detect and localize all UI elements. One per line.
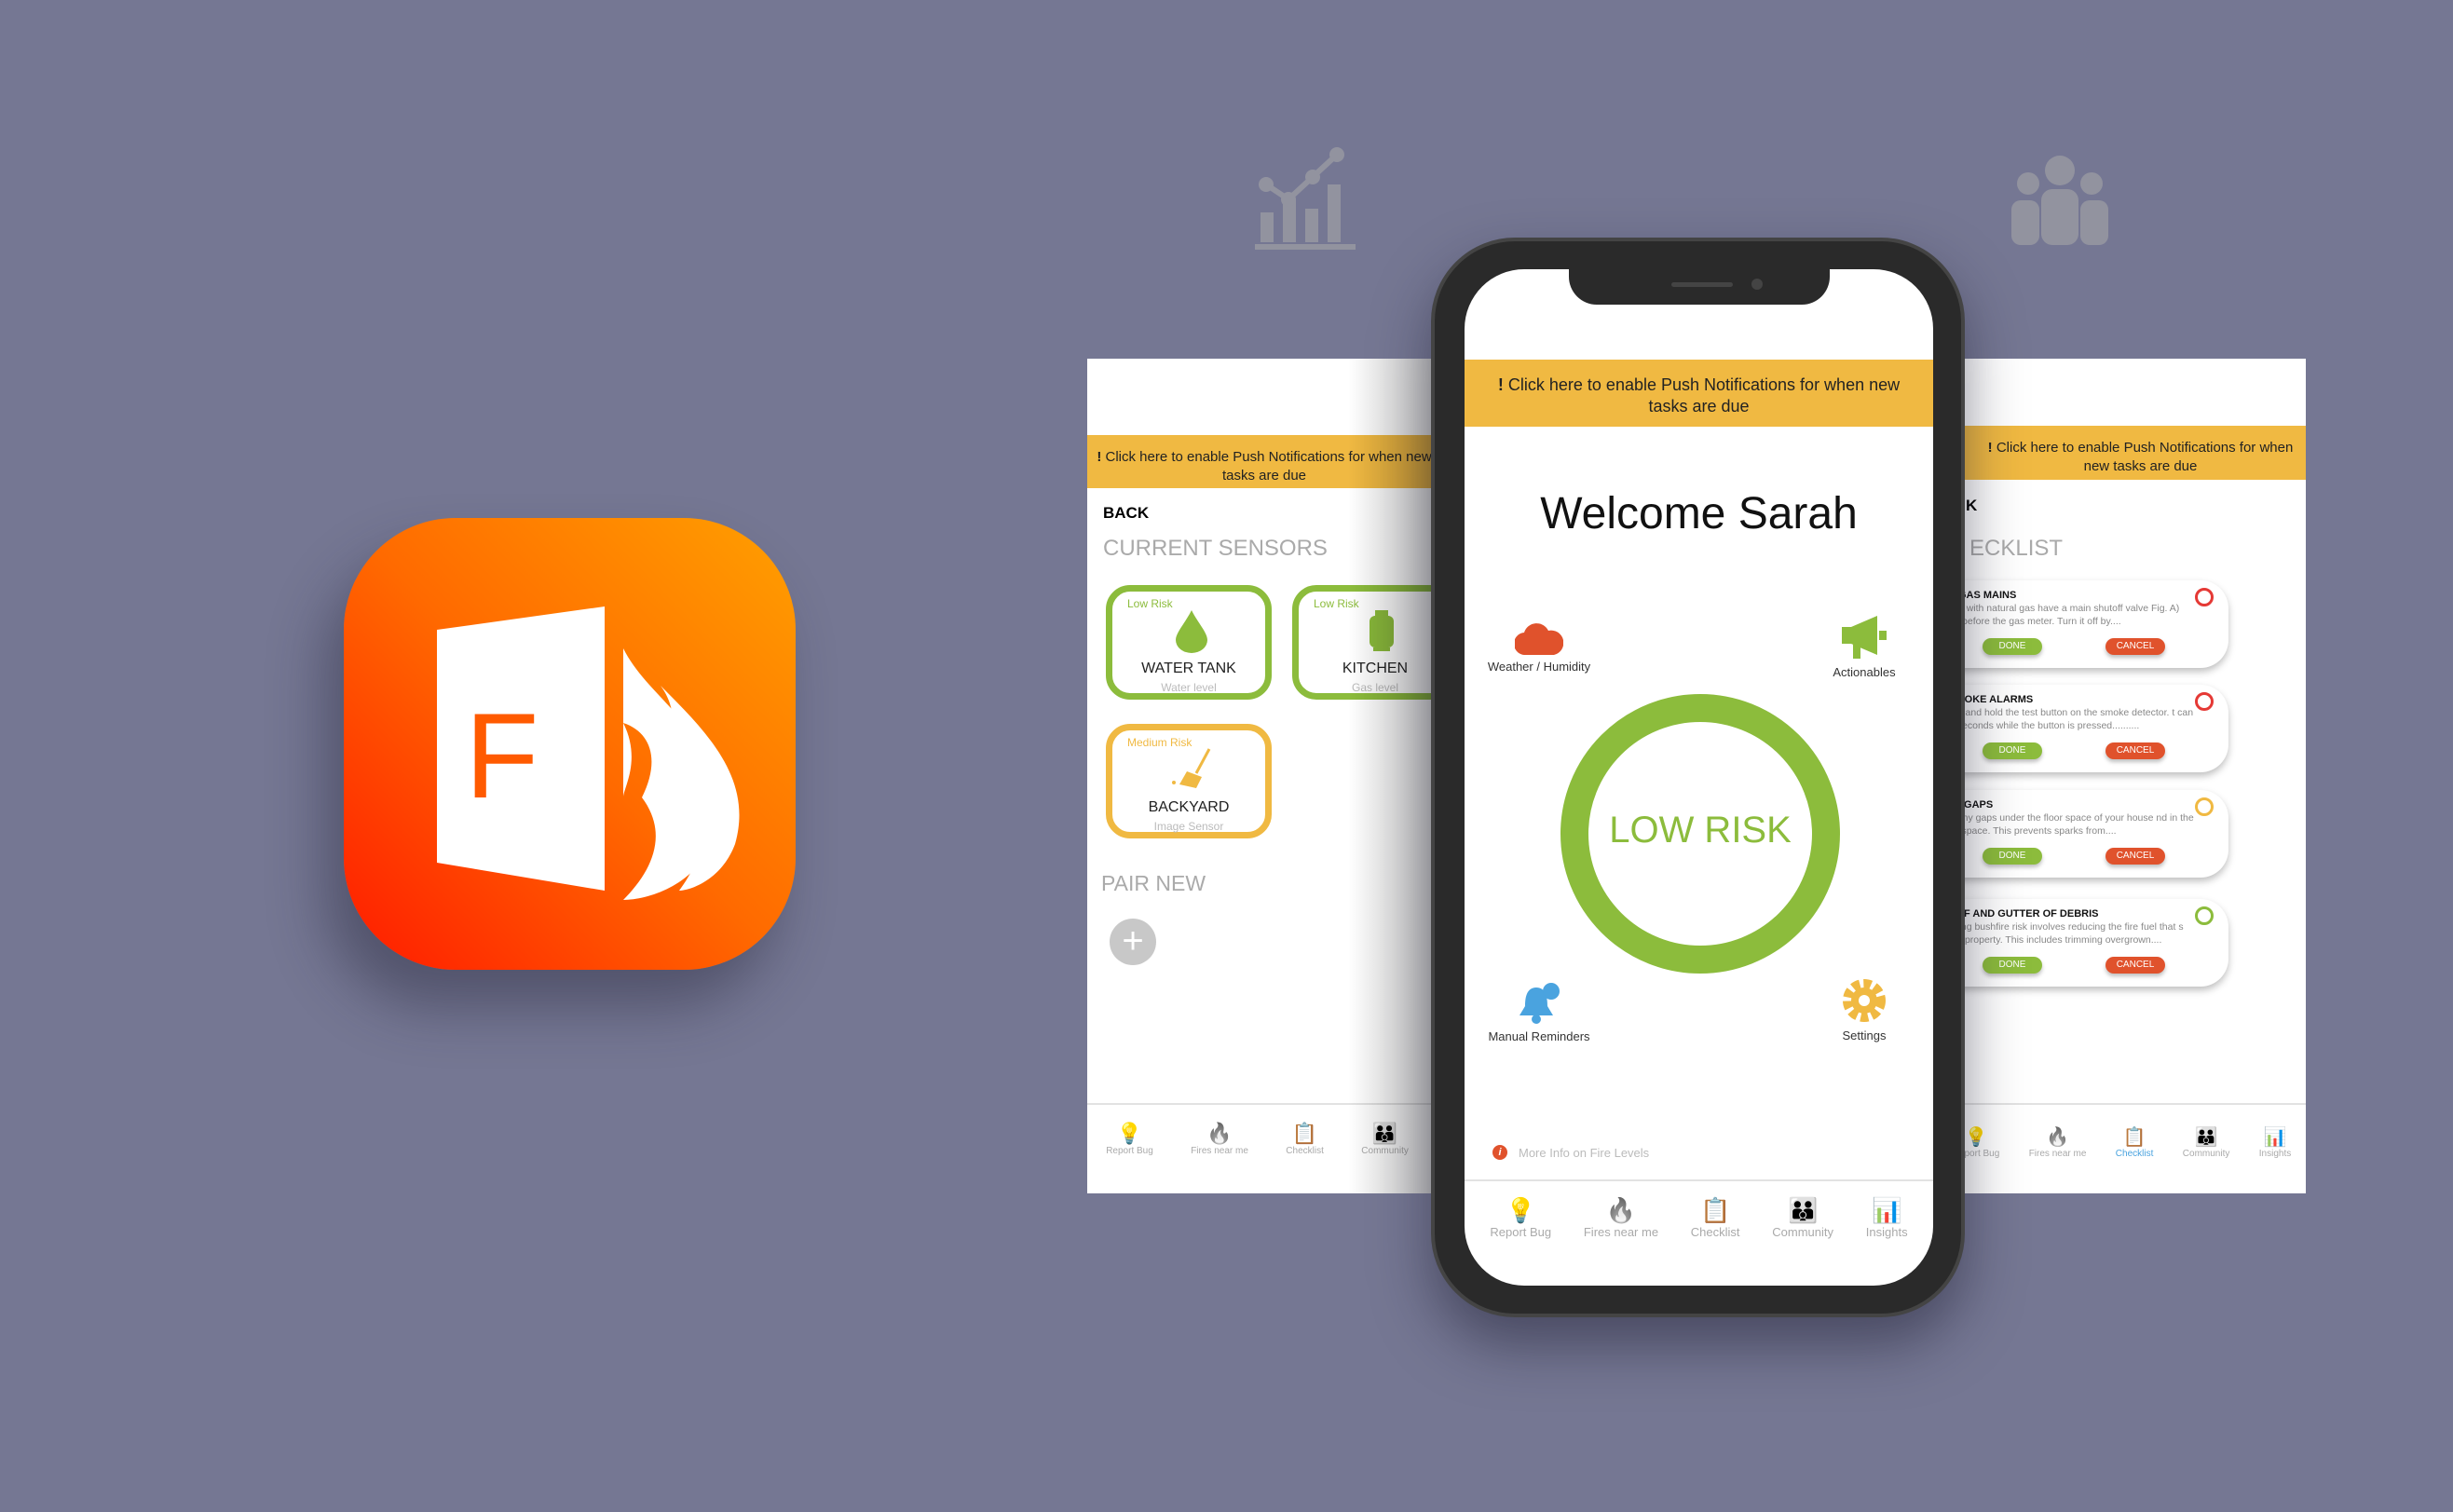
task-status-icon <box>2195 692 2214 711</box>
phone-notch <box>1569 269 1830 305</box>
done-button[interactable]: DONE <box>1983 848 2042 865</box>
weather-button[interactable]: Weather / Humidity <box>1483 623 1595 674</box>
pair-new-title: PAIR NEW <box>1101 871 1206 895</box>
nav-label: Community <box>2182 1149 2230 1159</box>
section-title: ECKLIST <box>1969 536 2064 561</box>
nav-insights[interactable]: 📊Insights <box>1866 1196 1908 1239</box>
nav-checklist[interactable]: 📋 Checklist <box>2116 1125 2154 1159</box>
cancel-button[interactable]: CANCEL <box>2105 957 2165 974</box>
alert-mark: ! <box>1987 440 1993 456</box>
nav-label: Checklist <box>2115 1149 2154 1159</box>
alert-mark: ! <box>1097 449 1102 465</box>
cloud-icon <box>1513 623 1564 656</box>
alert-mark: ! <box>1497 375 1504 394</box>
nav-label: Fires near me <box>1191 1146 1248 1156</box>
clipboard-icon: 📋 <box>2122 1127 2146 1148</box>
banner-text: Click here to enable Push Notifications … <box>1507 375 1901 416</box>
cancel-button[interactable]: CANCEL <box>2105 638 2165 655</box>
nav-checklist[interactable]: 📋 Checklist <box>1286 1122 1324 1156</box>
home-screen: ! Click here to enable Push Notification… <box>1465 269 1933 1286</box>
section-title: CURRENT SENSORS <box>1103 536 1328 561</box>
lightbulb-icon: 💡 <box>1116 1122 1143 1145</box>
reminders-label: Manual Reminders <box>1488 1029 1590 1043</box>
nav-label: Insights <box>1865 1225 1908 1239</box>
actionables-button[interactable]: Actionables <box>1809 614 1919 679</box>
risk-level-label: LOW RISK <box>1609 810 1792 851</box>
add-sensor-button[interactable]: + <box>1110 919 1156 965</box>
fire-logo-icon: F <box>437 606 740 900</box>
lightbulb-icon: 💡 <box>1506 1196 1536 1224</box>
nav-fires-near-me[interactable]: 🔥 Fires near me <box>1191 1122 1248 1156</box>
done-button[interactable]: DONE <box>1983 638 2042 655</box>
svg-text:F: F <box>465 688 538 824</box>
back-button[interactable]: K <box>1966 497 1977 515</box>
nav-report-bug[interactable]: 💡 Report Bug <box>1106 1122 1153 1156</box>
nav-checklist[interactable]: 📋 Checklist <box>1691 1196 1740 1239</box>
bottom-nav: 💡Report Bug 🔥Fires near me 📋Checklist 👪C… <box>1465 1179 1933 1286</box>
app-icon: F <box>344 518 796 970</box>
sensor-card-backyard[interactable]: Medium Risk BACKYARD Image Sensor <box>1106 724 1272 838</box>
nav-label: Checklist <box>1690 1225 1740 1239</box>
speaker <box>1671 282 1733 287</box>
task-status-icon <box>2195 797 2214 816</box>
sensor-card-water-tank[interactable]: Low Risk WATER TANK Water level <box>1106 585 1272 700</box>
people-icon: 👪 <box>2194 1127 2218 1148</box>
camera <box>1751 279 1763 290</box>
done-button[interactable]: DONE <box>1983 957 2042 974</box>
info-icon: i <box>1492 1145 1507 1160</box>
nav-insights[interactable]: 📊Insights <box>2259 1125 2291 1159</box>
manual-reminders-button[interactable]: Manual Reminders <box>1479 982 1600 1043</box>
nav-community[interactable]: 👪Community <box>1772 1196 1833 1239</box>
nav-fires-near-me[interactable]: 🔥 Fires near me <box>2029 1125 2087 1159</box>
nav-label: Report Bug <box>1490 1225 1552 1239</box>
banner-text: Click here to enable Push Notifications … <box>1996 440 2294 474</box>
nav-label: Community <box>1772 1225 1834 1239</box>
flame-icon: 🔥 <box>1605 1196 1637 1224</box>
task-status-icon <box>2195 588 2214 606</box>
cancel-button[interactable]: CANCEL <box>2105 742 2165 759</box>
insights-chart-icon <box>1255 147 1356 250</box>
sensor-name: BACKYARD <box>1148 799 1230 815</box>
chart-icon: 📊 <box>2263 1127 2287 1148</box>
nav-label: Fires near me <box>2028 1149 2087 1159</box>
lightbulb-icon: 💡 <box>1964 1127 1988 1148</box>
community-people-icon <box>2011 156 2108 245</box>
sensor-type: Water level <box>1161 681 1217 694</box>
back-button[interactable]: BACK <box>1103 504 1149 523</box>
nav-community[interactable]: 👪Community <box>2183 1125 2230 1159</box>
settings-button[interactable]: Settings <box>1809 977 1919 1042</box>
task-status-icon <box>2195 906 2214 925</box>
flame-icon: 🔥 <box>2046 1127 2069 1148</box>
nav-label: Report Bug <box>1106 1146 1153 1156</box>
nav-label: Checklist <box>1286 1146 1324 1156</box>
nav-label: Insights <box>2258 1149 2292 1159</box>
sensor-type: Image Sensor <box>1153 820 1224 833</box>
flame-icon: 🔥 <box>1206 1122 1233 1145</box>
weather-label: Weather / Humidity <box>1487 660 1591 674</box>
gear-icon <box>1843 979 1886 1022</box>
push-notification-banner[interactable]: ! Click here to enable Push Notification… <box>1465 360 1933 427</box>
broom-icon <box>1172 748 1211 788</box>
nav-label: Fires near me <box>1583 1225 1659 1239</box>
clipboard-icon: 📋 <box>1699 1196 1731 1224</box>
nav-report-bug[interactable]: 💡 Report Bug <box>1490 1196 1551 1239</box>
sensor-name: WATER TANK <box>1141 661 1236 676</box>
megaphone-icon <box>1842 616 1887 659</box>
clipboard-icon: 📋 <box>1291 1122 1318 1145</box>
actionables-label: Actionables <box>1833 665 1896 679</box>
done-button[interactable]: DONE <box>1983 742 2042 759</box>
water-drop-icon <box>1176 610 1207 653</box>
more-info-label: More Info on Fire Levels <box>1519 1145 1650 1160</box>
more-info-link[interactable]: i More Info on Fire Levels <box>1492 1145 1649 1160</box>
welcome-heading: Welcome Sarah <box>1540 489 1858 538</box>
risk-label: Low Risk <box>1127 597 1173 610</box>
settings-label: Settings <box>1842 1028 1887 1042</box>
people-icon: 👪 <box>1787 1196 1819 1224</box>
bell-icon <box>1519 983 1560 1024</box>
chart-icon: 📊 <box>1871 1196 1902 1224</box>
nav-fires-near-me[interactable]: 🔥 Fires near me <box>1584 1196 1658 1239</box>
cancel-button[interactable]: CANCEL <box>2105 848 2165 865</box>
